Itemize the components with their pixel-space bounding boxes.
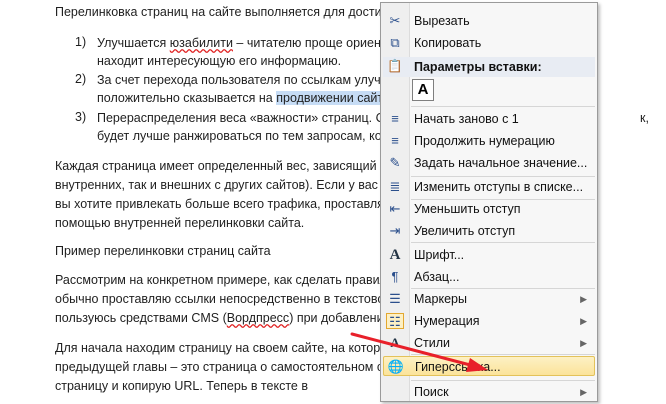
red-annotation-arrow [350, 332, 488, 372]
